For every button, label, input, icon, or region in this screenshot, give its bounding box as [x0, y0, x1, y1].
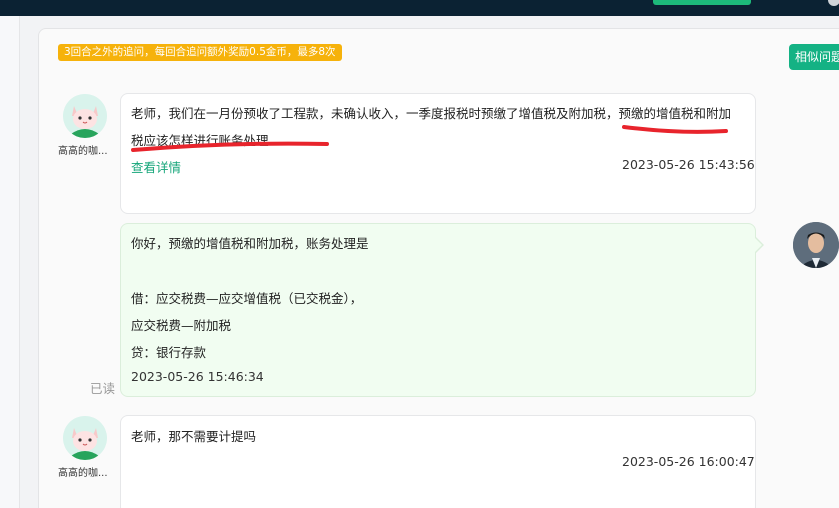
message-text-line: 税应该怎样进行账务处理 [131, 133, 269, 148]
similar-questions-button[interactable]: 相似问题 [789, 44, 839, 70]
follow-up-notice-badge: 3回合之外的追问，每回合追问额外奖励0.5金币，最多8次 [58, 44, 342, 61]
message-timestamp: 2023-05-26 15:46:34 [131, 369, 264, 384]
top-action-button[interactable] [653, 0, 751, 5]
reply-text-line: 贷：银行存款 [131, 345, 207, 360]
user-avatar [63, 94, 107, 138]
reply-text-line: 应交税费—附加税 [131, 318, 232, 333]
view-details-link[interactable]: 查看详情 [131, 157, 181, 176]
reply-text-line: 你好，预缴的增值税和附加税，账务处理是 [131, 236, 369, 251]
bubble-tail-inner [754, 237, 762, 253]
person-avatar-icon [793, 222, 839, 268]
user-avatar [63, 416, 107, 460]
cat-avatar-icon [63, 94, 107, 138]
top-bar [0, 0, 839, 16]
message-timestamp: 2023-05-26 16:00:47 [622, 454, 755, 469]
message-text-line: 老师，那不需要计提吗 [131, 429, 257, 444]
message-timestamp: 2023-05-26 15:43:56 [622, 157, 755, 172]
cat-avatar-icon [63, 416, 107, 460]
sender-name: 高高的咖... [58, 146, 108, 157]
user-menu-icon[interactable] [828, 0, 839, 6]
sender-name: 高高的咖... [58, 468, 108, 479]
teacher-avatar [793, 222, 839, 268]
message-text-line: 老师，我们在一月份预收了工程款，未确认收入，一季度报税时预缴了增值税及附加税，预… [131, 106, 732, 121]
left-sidebar [0, 16, 20, 508]
read-status: 已读 [90, 381, 116, 396]
reply-text-line: 借：应交税费—应交增值税（已交税金）， [131, 291, 363, 306]
